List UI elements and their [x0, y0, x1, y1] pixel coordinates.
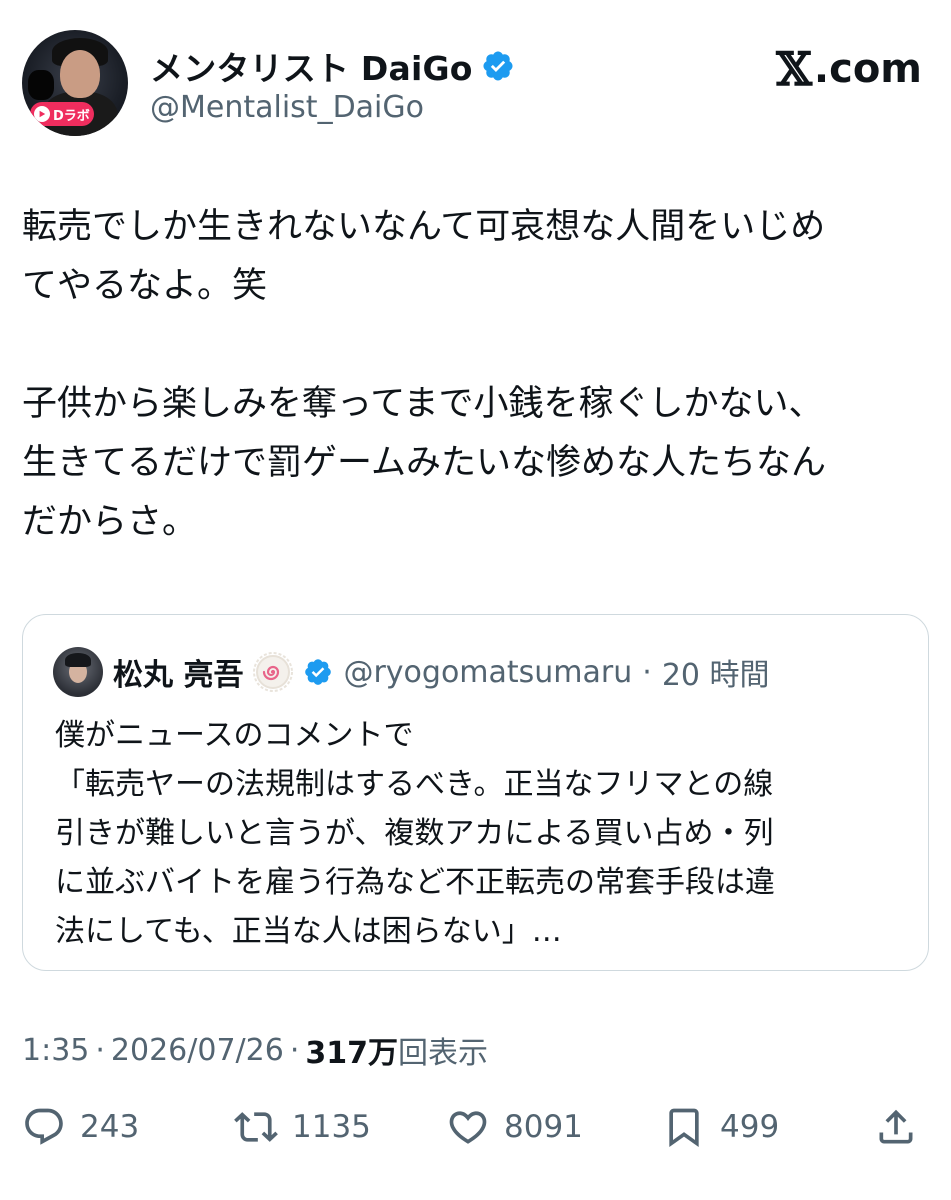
repost-count: 1135	[292, 1109, 371, 1145]
meta-separator: ·	[95, 1032, 105, 1068]
tweet-header: Dラボ メンタリスト DaiGo @Mentalist_DaiGo 𝕏 .com	[22, 30, 922, 140]
tweet-time[interactable]: 1:35	[22, 1033, 89, 1068]
avatar-badge-label: Dラボ	[53, 108, 90, 124]
play-icon	[34, 106, 50, 122]
bookmark-count: 499	[720, 1109, 780, 1145]
meta-separator: ·	[289, 1032, 300, 1068]
heart-icon	[449, 1111, 487, 1144]
x-logo-icon: 𝕏	[776, 42, 812, 96]
quoted-author-avatar[interactable]	[53, 647, 103, 697]
bookmark-icon	[669, 1108, 699, 1148]
reply-count: 243	[80, 1109, 140, 1145]
quoted-tweet-text: 僕がニュースのコメントで 「転売ヤーの法規制はするべき。正当なフリマとの線 引き…	[55, 718, 775, 949]
view-count: 317万 回表示	[305, 1028, 488, 1072]
naruto-emoji-icon	[253, 652, 294, 692]
tweet-date[interactable]: 2026/07/26	[111, 1033, 284, 1068]
quoted-author-name[interactable]: 松丸 亮吾	[113, 650, 243, 694]
avatar-badge: Dラボ	[30, 102, 94, 126]
quoted-time[interactable]: 20 時間	[662, 650, 770, 694]
tweet-meta: 1:35 · 2026/07/26 · 317万 回表示	[22, 1028, 488, 1072]
avatar-cat	[28, 70, 54, 100]
quoted-separator: ·	[642, 654, 652, 690]
share-icon	[879, 1109, 913, 1144]
quoted-tweet-header: 松丸 亮吾 @ryogomatsumaru · 20 時間	[53, 647, 770, 697]
repost-button[interactable]: 1135	[234, 1105, 371, 1149]
reply-icon	[25, 1108, 63, 1145]
author-display-name[interactable]: メンタリスト DaiGo	[150, 42, 473, 90]
author-avatar[interactable]: Dラボ	[22, 30, 128, 136]
action-bar: 243 1135 8091 499	[22, 1105, 922, 1159]
x-logo: 𝕏 .com	[776, 42, 922, 96]
reply-button[interactable]: 243	[22, 1105, 139, 1149]
quoted-verified-badge-icon	[305, 659, 332, 685]
quoted-tweet[interactable]: 松丸 亮吾 @ryogomatsumaru · 20 時間 僕がニュースのコメン…	[22, 614, 929, 971]
like-count: 8091	[504, 1109, 583, 1145]
view-count-number: 317万	[305, 1036, 399, 1071]
view-count-label: 回表示	[398, 1036, 489, 1071]
author-name-row: メンタリスト DaiGo	[150, 42, 515, 90]
x-logo-text: .com	[813, 46, 922, 92]
verified-badge-icon	[483, 51, 513, 81]
quoted-author-handle[interactable]: @ryogomatsumaru	[343, 655, 632, 690]
bookmark-button[interactable]: 499	[662, 1105, 779, 1149]
tweet-text: 転売でしか生きれないなんて可哀想な人間をいじめ てやるなよ。笑 子供から楽しみを…	[22, 207, 826, 542]
author-handle[interactable]: @Mentalist_DaiGo	[150, 90, 424, 125]
repost-icon	[234, 1112, 278, 1142]
share-button[interactable]	[874, 1105, 918, 1149]
like-button[interactable]: 8091	[446, 1105, 583, 1149]
